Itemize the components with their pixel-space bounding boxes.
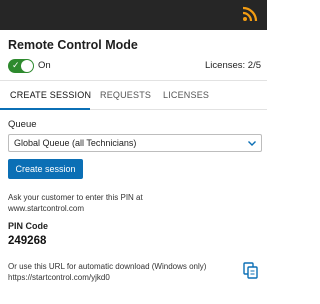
queue-select[interactable]: Global Queue (all Technicians) [8, 134, 262, 152]
queue-select-value: Global Queue (all Technicians) [14, 138, 137, 148]
tab-licenses[interactable]: LICENSES [163, 90, 209, 100]
remote-control-panel: Remote Control Mode ✓ On Licenses: 2/5 C… [0, 30, 267, 304]
tab-bar: CREATE SESSION REQUESTS LICENSES [0, 80, 267, 110]
top-bar [0, 0, 267, 30]
tab-create-session[interactable]: CREATE SESSION [10, 90, 91, 100]
pin-code-label: PIN Code [8, 221, 49, 231]
create-session-button[interactable]: Create session [8, 159, 83, 179]
check-icon: ✓ [12, 61, 20, 71]
toggle-knob [21, 60, 33, 72]
pin-instructions: Ask your customer to enter this PIN at w… [8, 193, 143, 213]
pin-code-value: 249268 [8, 235, 47, 247]
active-tab-indicator [0, 108, 90, 110]
download-url-text: Or use this URL for automatic download (… [8, 262, 207, 282]
remote-control-toggle[interactable]: ✓ [8, 59, 34, 73]
copy-icon[interactable] [243, 262, 259, 280]
panel-title: Remote Control Mode [8, 38, 138, 52]
tab-requests[interactable]: REQUESTS [100, 90, 151, 100]
licenses-count: Licenses: 2/5 [205, 60, 261, 71]
chevron-down-icon [248, 141, 256, 146]
queue-label: Queue [8, 119, 37, 130]
wifi-signal-icon[interactable] [241, 5, 259, 23]
toggle-label: On [38, 60, 51, 71]
